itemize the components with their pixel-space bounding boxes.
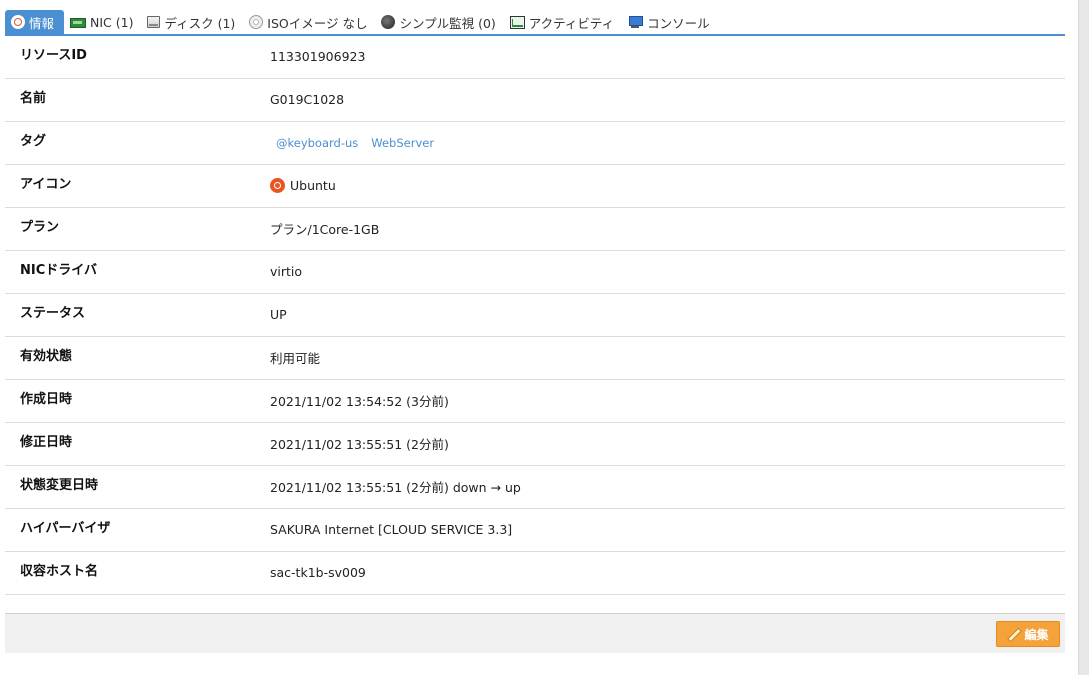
info-table: リソースID 113301906923 名前 G019C1028 タグ @key… [5,36,1065,595]
nic-icon [70,18,87,28]
row-label: 修正日時 [20,435,73,450]
table-row: 修正日時 2021/11/02 13:55:51 (2分前) [5,422,1065,465]
cd-icon [249,15,264,29]
row-label: ステータス [20,306,86,321]
row-label: 収容ホスト名 [20,564,99,579]
table-row: 名前 G019C1028 [5,78,1065,121]
table-row: ステータス UP [5,293,1065,336]
tab-nic[interactable]: NIC (1) [64,10,141,34]
tab-label: NIC (1) [90,14,134,30]
icon-value: Ubuntu [255,164,1065,207]
modified-value: 2021/11/02 13:55:51 (2分前) [270,437,449,452]
tab-disk[interactable]: ディスク (1) [141,10,243,34]
ubuntu-icon [270,178,285,193]
tags-value: @keyboard-us WebServer [255,121,1065,164]
table-row: ハイパーバイザ SAKURA Internet [CLOUD SERVICE 3… [5,508,1065,551]
nic-driver-value: virtio [270,264,303,279]
table-row: 状態変更日時 2021/11/02 13:55:51 (2分前) down → … [5,465,1065,508]
tab-console[interactable]: コンソール [622,10,718,34]
host-value: sac-tk1b-sv009 [270,565,366,580]
tab-iso-image[interactable]: ISOイメージ なし [243,10,375,34]
tab-activity[interactable]: アクティビティ [504,10,622,34]
edit-label: 編集 [1024,627,1049,642]
availability-value: 利用可能 [270,351,321,366]
tab-label: ディスク (1) [164,15,236,31]
hypervisor-value: SAKURA Internet [CLOUD SERVICE 3.3] [270,522,513,537]
row-label: 状態変更日時 [20,478,99,493]
row-label: 名前 [20,91,47,106]
icon-name: Ubuntu [290,178,336,193]
row-label: アイコン [20,177,72,192]
disk-icon [147,16,161,28]
row-label: タグ [20,134,47,149]
plan-value: プラン/1Core-1GB [270,222,380,237]
activity-icon [509,15,525,29]
edit-button[interactable]: 編集 [996,621,1060,647]
pencil-icon [1007,627,1021,641]
table-row: タグ @keyboard-us WebServer [5,121,1065,164]
table-row: 収容ホスト名 sac-tk1b-sv009 [5,551,1065,594]
tab-info[interactable]: 情報 [5,10,65,34]
tab-label: シンプル監視 (0) [399,15,496,31]
table-row: リソースID 113301906923 [5,36,1065,78]
console-icon [628,15,644,29]
tag-link[interactable]: @keyboard-us [276,136,358,150]
tab-label: 情報 [29,15,55,31]
state-changed-value: 2021/11/02 13:55:51 (2分前) down → up [270,480,521,495]
row-label: NICドライバ [20,263,97,278]
table-row: NICドライバ virtio [5,250,1065,293]
tab-label: アクティビティ [528,15,615,31]
row-label: ハイパーバイザ [20,521,111,536]
table-row: プラン プラン/1Core-1GB [5,207,1065,250]
name-value: G019C1028 [270,92,345,107]
tab-simple-monitor[interactable]: シンプル監視 (0) [375,10,503,34]
row-label: リソースID [20,48,87,64]
table-row: 有効状態 利用可能 [5,336,1065,379]
table-row: 作成日時 2021/11/02 13:54:52 (3分前) [5,379,1065,422]
resource-id-value: 113301906923 [270,49,366,65]
ubuntu-icon [11,15,25,29]
tag-link[interactable]: WebServer [371,136,434,150]
created-value: 2021/11/02 13:54:52 (3分前) [270,394,449,409]
server-detail-panel: 情報 NIC (1) ディスク (1) ISOイメージ なし シンプル監視 (0… [5,10,1065,595]
tab-label: ISOイメージ なし [267,15,368,31]
row-label: プラン [20,220,60,235]
monitor-icon [381,15,396,29]
table-row: アイコン Ubuntu [5,164,1065,207]
panel-footer: 編集 [5,613,1065,653]
status-value: UP [270,307,287,322]
tab-label: コンソール [647,15,710,31]
right-scroll-edge [1078,0,1089,675]
row-label: 作成日時 [20,392,73,407]
row-label: 有効状態 [20,349,73,364]
